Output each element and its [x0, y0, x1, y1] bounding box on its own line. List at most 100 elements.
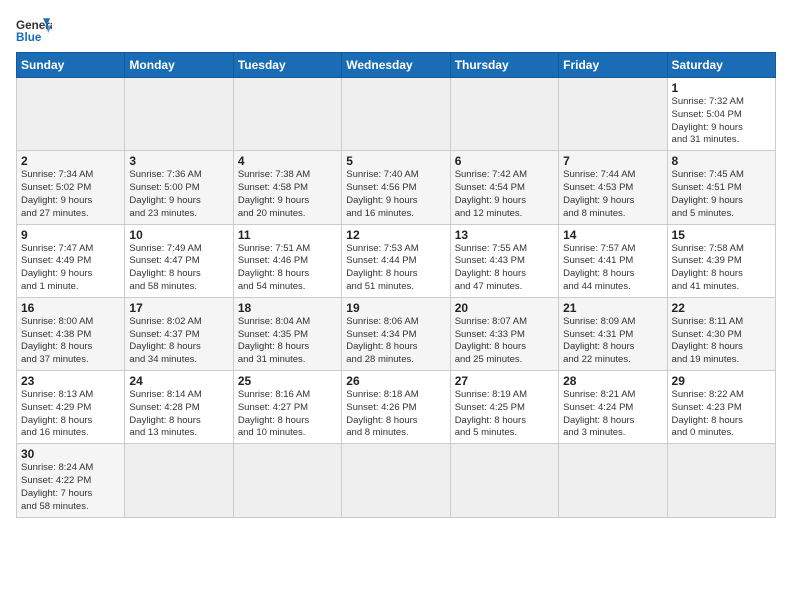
day-info: Sunrise: 7:36 AMSunset: 5:00 PMDaylight:… — [129, 169, 228, 220]
calendar-cell: 24Sunrise: 8:14 AMSunset: 4:28 PMDayligh… — [125, 371, 233, 444]
day-number: 16 — [21, 301, 120, 315]
day-info: Sunrise: 7:44 AMSunset: 4:53 PMDaylight:… — [563, 169, 662, 220]
calendar-cell: 22Sunrise: 8:11 AMSunset: 4:30 PMDayligh… — [667, 297, 775, 370]
day-number: 4 — [238, 154, 337, 168]
day-number: 28 — [563, 374, 662, 388]
calendar-cell — [17, 78, 125, 151]
calendar-week-3: 9Sunrise: 7:47 AMSunset: 4:49 PMDaylight… — [17, 224, 776, 297]
calendar-cell: 14Sunrise: 7:57 AMSunset: 4:41 PMDayligh… — [559, 224, 667, 297]
calendar-cell — [125, 78, 233, 151]
day-info: Sunrise: 8:09 AMSunset: 4:31 PMDaylight:… — [563, 316, 662, 367]
day-info: Sunrise: 7:57 AMSunset: 4:41 PMDaylight:… — [563, 243, 662, 294]
day-number: 7 — [563, 154, 662, 168]
calendar-week-5: 23Sunrise: 8:13 AMSunset: 4:29 PMDayligh… — [17, 371, 776, 444]
calendar-cell — [233, 444, 341, 517]
day-info: Sunrise: 7:40 AMSunset: 4:56 PMDaylight:… — [346, 169, 445, 220]
day-number: 11 — [238, 228, 337, 242]
calendar-cell: 30Sunrise: 8:24 AMSunset: 4:22 PMDayligh… — [17, 444, 125, 517]
calendar-cell: 3Sunrise: 7:36 AMSunset: 5:00 PMDaylight… — [125, 151, 233, 224]
day-info: Sunrise: 8:02 AMSunset: 4:37 PMDaylight:… — [129, 316, 228, 367]
day-number: 15 — [672, 228, 771, 242]
day-number: 13 — [455, 228, 554, 242]
calendar-cell: 13Sunrise: 7:55 AMSunset: 4:43 PMDayligh… — [450, 224, 558, 297]
calendar-cell — [233, 78, 341, 151]
day-info: Sunrise: 7:49 AMSunset: 4:47 PMDaylight:… — [129, 243, 228, 294]
calendar-cell: 26Sunrise: 8:18 AMSunset: 4:26 PMDayligh… — [342, 371, 450, 444]
calendar-week-6: 30Sunrise: 8:24 AMSunset: 4:22 PMDayligh… — [17, 444, 776, 517]
day-info: Sunrise: 7:58 AMSunset: 4:39 PMDaylight:… — [672, 243, 771, 294]
calendar-cell: 8Sunrise: 7:45 AMSunset: 4:51 PMDaylight… — [667, 151, 775, 224]
day-number: 21 — [563, 301, 662, 315]
calendar-cell: 21Sunrise: 8:09 AMSunset: 4:31 PMDayligh… — [559, 297, 667, 370]
day-info: Sunrise: 8:22 AMSunset: 4:23 PMDaylight:… — [672, 389, 771, 440]
calendar-cell: 5Sunrise: 7:40 AMSunset: 4:56 PMDaylight… — [342, 151, 450, 224]
day-number: 26 — [346, 374, 445, 388]
day-info: Sunrise: 8:07 AMSunset: 4:33 PMDaylight:… — [455, 316, 554, 367]
calendar-cell: 11Sunrise: 7:51 AMSunset: 4:46 PMDayligh… — [233, 224, 341, 297]
calendar-cell: 19Sunrise: 8:06 AMSunset: 4:34 PMDayligh… — [342, 297, 450, 370]
day-info: Sunrise: 8:11 AMSunset: 4:30 PMDaylight:… — [672, 316, 771, 367]
day-number: 22 — [672, 301, 771, 315]
day-info: Sunrise: 7:47 AMSunset: 4:49 PMDaylight:… — [21, 243, 120, 294]
weekday-friday: Friday — [559, 53, 667, 78]
day-number: 23 — [21, 374, 120, 388]
day-info: Sunrise: 8:18 AMSunset: 4:26 PMDaylight:… — [346, 389, 445, 440]
day-info: Sunrise: 8:04 AMSunset: 4:35 PMDaylight:… — [238, 316, 337, 367]
calendar-cell — [667, 444, 775, 517]
day-info: Sunrise: 7:34 AMSunset: 5:02 PMDaylight:… — [21, 169, 120, 220]
weekday-wednesday: Wednesday — [342, 53, 450, 78]
calendar-week-4: 16Sunrise: 8:00 AMSunset: 4:38 PMDayligh… — [17, 297, 776, 370]
day-number: 12 — [346, 228, 445, 242]
day-info: Sunrise: 7:55 AMSunset: 4:43 PMDaylight:… — [455, 243, 554, 294]
calendar-cell — [342, 444, 450, 517]
day-number: 10 — [129, 228, 228, 242]
calendar-cell — [450, 78, 558, 151]
calendar-cell: 23Sunrise: 8:13 AMSunset: 4:29 PMDayligh… — [17, 371, 125, 444]
day-number: 24 — [129, 374, 228, 388]
calendar-cell — [450, 444, 558, 517]
day-number: 5 — [346, 154, 445, 168]
svg-text:Blue: Blue — [16, 31, 42, 44]
calendar-cell — [342, 78, 450, 151]
day-info: Sunrise: 7:45 AMSunset: 4:51 PMDaylight:… — [672, 169, 771, 220]
calendar-cell: 1Sunrise: 7:32 AMSunset: 5:04 PMDaylight… — [667, 78, 775, 151]
day-number: 6 — [455, 154, 554, 168]
logo: General Blue — [16, 16, 52, 44]
calendar-cell: 4Sunrise: 7:38 AMSunset: 4:58 PMDaylight… — [233, 151, 341, 224]
weekday-header-row: SundayMondayTuesdayWednesdayThursdayFrid… — [17, 53, 776, 78]
day-info: Sunrise: 8:19 AMSunset: 4:25 PMDaylight:… — [455, 389, 554, 440]
day-info: Sunrise: 7:38 AMSunset: 4:58 PMDaylight:… — [238, 169, 337, 220]
weekday-sunday: Sunday — [17, 53, 125, 78]
calendar-cell: 12Sunrise: 7:53 AMSunset: 4:44 PMDayligh… — [342, 224, 450, 297]
calendar-cell: 20Sunrise: 8:07 AMSunset: 4:33 PMDayligh… — [450, 297, 558, 370]
day-number: 17 — [129, 301, 228, 315]
calendar-cell: 28Sunrise: 8:21 AMSunset: 4:24 PMDayligh… — [559, 371, 667, 444]
calendar-cell — [559, 78, 667, 151]
day-number: 2 — [21, 154, 120, 168]
day-info: Sunrise: 8:21 AMSunset: 4:24 PMDaylight:… — [563, 389, 662, 440]
calendar-week-1: 1Sunrise: 7:32 AMSunset: 5:04 PMDaylight… — [17, 78, 776, 151]
calendar-cell — [125, 444, 233, 517]
day-number: 29 — [672, 374, 771, 388]
day-number: 14 — [563, 228, 662, 242]
day-number: 9 — [21, 228, 120, 242]
day-info: Sunrise: 7:32 AMSunset: 5:04 PMDaylight:… — [672, 96, 771, 147]
calendar-cell: 9Sunrise: 7:47 AMSunset: 4:49 PMDaylight… — [17, 224, 125, 297]
calendar-cell: 6Sunrise: 7:42 AMSunset: 4:54 PMDaylight… — [450, 151, 558, 224]
weekday-thursday: Thursday — [450, 53, 558, 78]
calendar-cell: 17Sunrise: 8:02 AMSunset: 4:37 PMDayligh… — [125, 297, 233, 370]
logo-icon: General Blue — [16, 16, 52, 44]
day-number: 3 — [129, 154, 228, 168]
calendar-week-2: 2Sunrise: 7:34 AMSunset: 5:02 PMDaylight… — [17, 151, 776, 224]
day-number: 19 — [346, 301, 445, 315]
calendar: SundayMondayTuesdayWednesdayThursdayFrid… — [16, 52, 776, 518]
header: General Blue — [16, 12, 776, 44]
weekday-saturday: Saturday — [667, 53, 775, 78]
day-number: 18 — [238, 301, 337, 315]
calendar-cell: 29Sunrise: 8:22 AMSunset: 4:23 PMDayligh… — [667, 371, 775, 444]
day-info: Sunrise: 7:42 AMSunset: 4:54 PMDaylight:… — [455, 169, 554, 220]
day-info: Sunrise: 8:16 AMSunset: 4:27 PMDaylight:… — [238, 389, 337, 440]
weekday-tuesday: Tuesday — [233, 53, 341, 78]
page: General Blue SundayMondayTuesdayWednesda… — [0, 0, 792, 526]
day-info: Sunrise: 8:00 AMSunset: 4:38 PMDaylight:… — [21, 316, 120, 367]
